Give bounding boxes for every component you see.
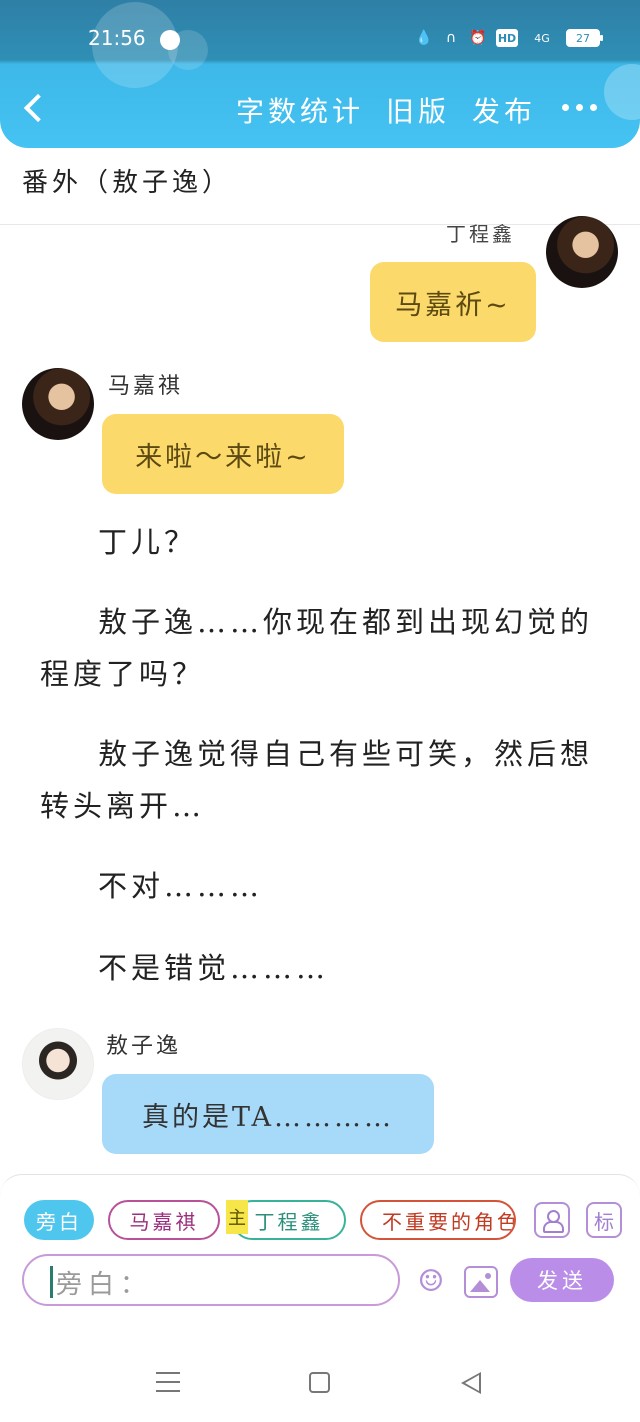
chapter-title[interactable]: 番外（敖子逸） <box>22 162 232 199</box>
narration-paragraph[interactable]: 不是错觉……… <box>40 942 600 994</box>
mark-button[interactable]: 标 <box>586 1202 622 1238</box>
avatar[interactable] <box>22 368 94 440</box>
person-icon <box>541 1209 564 1233</box>
avatar[interactable] <box>546 216 618 288</box>
narration-paragraph[interactable]: 丁儿？ <box>40 516 600 568</box>
text-caret <box>50 1266 53 1298</box>
home-icon[interactable] <box>309 1372 330 1393</box>
battery-icon: 27 <box>566 29 603 47</box>
globe-icon <box>160 30 180 50</box>
headphones-icon: ∩ <box>445 30 457 46</box>
message-bubble[interactable]: 马嘉祈~ <box>370 262 536 342</box>
back-triangle-icon[interactable] <box>461 1372 481 1394</box>
back-icon[interactable] <box>18 92 52 126</box>
speaker-name: 丁程鑫 <box>446 222 515 246</box>
input-placeholder: 旁白： <box>56 1270 153 1300</box>
avatar[interactable] <box>22 1028 94 1100</box>
old-version-button[interactable]: 旧版 <box>386 90 450 130</box>
role-chip-narration[interactable]: 旁白 <box>24 1200 94 1240</box>
word-count-button[interactable]: 字数统计 <box>236 90 364 130</box>
speaker-name: 敖子逸 <box>106 1034 182 1059</box>
role-chip-ma[interactable]: 马嘉祺 <box>108 1200 220 1240</box>
hd-icon: HD <box>496 29 518 47</box>
status-bar: 21:56 💧 ∩ ⏰ HD 4G 27 <box>0 0 640 64</box>
alarm-icon: ⏰ <box>469 30 487 46</box>
character-button[interactable] <box>534 1202 570 1238</box>
app-bar: 字数统计 旧版 发布 <box>0 64 640 148</box>
main-role-tag: 主 <box>226 1200 248 1234</box>
publish-button[interactable]: 发布 <box>472 90 536 130</box>
top-actions: 字数统计 旧版 发布 <box>236 90 536 130</box>
narration-paragraph[interactable]: 不对……… <box>40 860 600 912</box>
signal-icon: 4G <box>534 31 550 45</box>
send-button[interactable]: 发送 <box>510 1258 614 1302</box>
role-chip-ding[interactable]: 丁程鑫 <box>232 1200 346 1240</box>
drop-icon: 💧 <box>415 30 433 46</box>
more-options-icon[interactable] <box>562 104 597 111</box>
status-icons: 💧 ∩ ⏰ HD 4G 27 <box>415 28 603 48</box>
image-icon[interactable] <box>464 1266 498 1298</box>
narration-paragraph[interactable]: 敖子逸觉得自己有些可笑，然后想转头离开… <box>40 728 600 832</box>
divider <box>0 224 640 225</box>
system-nav-bar <box>0 1310 640 1422</box>
menu-icon[interactable] <box>156 1372 180 1392</box>
emoji-icon[interactable]: ☺ <box>412 1262 450 1300</box>
role-chip-unimportant[interactable]: 不重要的角色 <box>360 1200 516 1240</box>
message-input[interactable]: 旁白： <box>22 1254 400 1306</box>
narration-paragraph[interactable]: 敖子逸……你现在都到出现幻觉的程度了吗？ <box>40 596 600 700</box>
message-bubble[interactable]: 来啦～来啦~ <box>102 414 344 494</box>
message-bubble[interactable]: 真的是TA………… <box>102 1074 434 1154</box>
status-time: 21:56 <box>88 26 146 50</box>
speaker-name: 马嘉祺 <box>108 374 184 399</box>
